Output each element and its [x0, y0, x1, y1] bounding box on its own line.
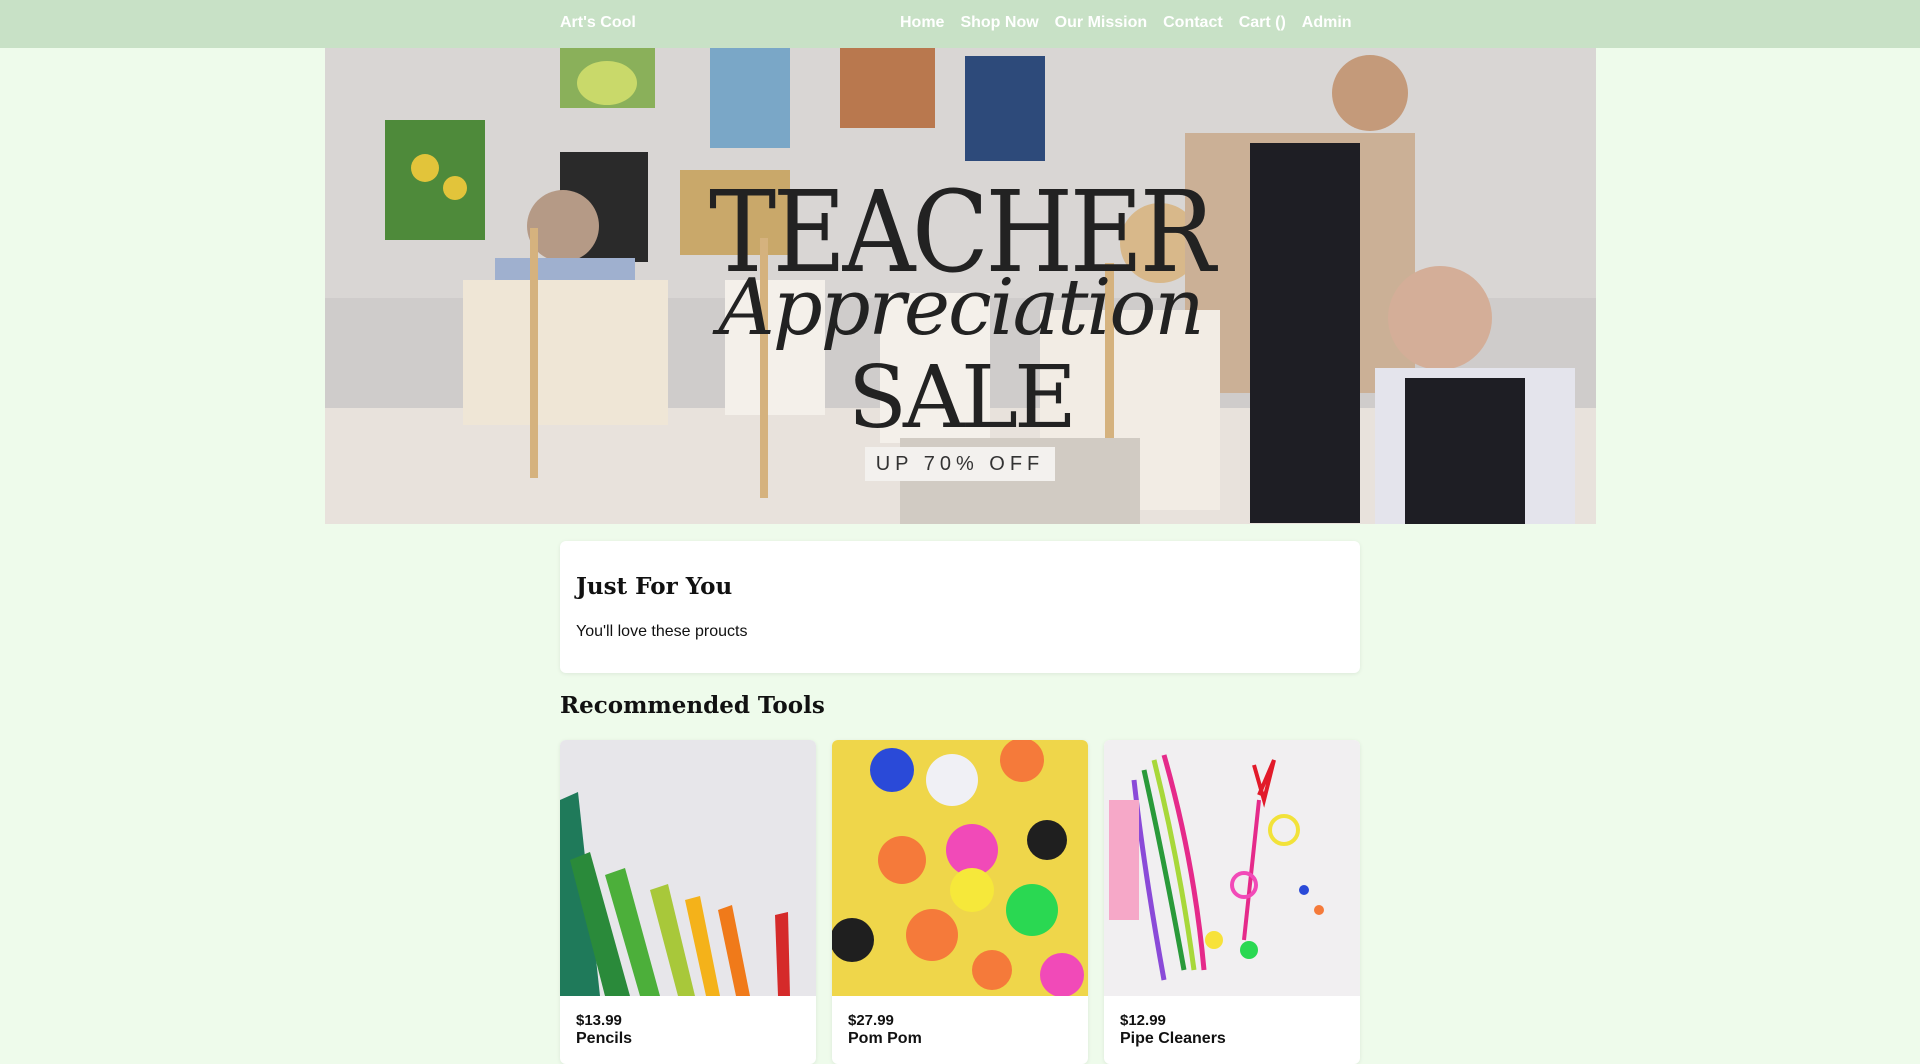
- product-image[interactable]: [1104, 740, 1360, 996]
- card-title: Just For You: [576, 573, 733, 600]
- nav-shop-now[interactable]: Shop Now: [960, 14, 1038, 32]
- recommended-title: Recommended Tools: [560, 692, 825, 719]
- product-card[interactable]: $12.99 Pipe Cleaners: [1104, 740, 1360, 1064]
- main-nav: Home Shop Now Our Mission Contact Cart (…: [900, 14, 1352, 32]
- product-image[interactable]: [560, 740, 816, 996]
- nav-home[interactable]: Home: [900, 14, 944, 32]
- product-card[interactable]: $27.99 Pom Pom: [832, 740, 1088, 1064]
- product-price: $12.99: [1120, 1012, 1166, 1029]
- product-card[interactable]: $13.99 Pencils: [560, 740, 816, 1064]
- brand-logo-link[interactable]: Art's Cool: [560, 14, 636, 32]
- product-price: $27.99: [848, 1012, 894, 1029]
- product-name[interactable]: Pencils: [576, 1030, 632, 1048]
- nav-contact[interactable]: Contact: [1163, 14, 1223, 32]
- product-price: $13.99: [576, 1012, 622, 1029]
- product-grid: $13.99 Pencils $27.99 Pom Pom $12.99 Pip…: [560, 740, 1360, 1064]
- nav-admin[interactable]: Admin: [1302, 14, 1352, 32]
- top-nav-bar: Art's Cool Home Shop Now Our Mission Con…: [0, 0, 1920, 48]
- just-for-you-card: Just For You You'll love these proucts: [560, 541, 1360, 673]
- product-name[interactable]: Pom Pom: [848, 1030, 922, 1048]
- hero-script-line: Appreciation: [718, 263, 1204, 353]
- discount-badge: UP 70% OFF: [865, 447, 1055, 481]
- nav-cart[interactable]: Cart (): [1239, 14, 1286, 32]
- hero-sale-line: SALE: [848, 348, 1077, 448]
- product-image[interactable]: [832, 740, 1088, 996]
- card-text: You'll love these proucts: [576, 623, 748, 640]
- product-name[interactable]: Pipe Cleaners: [1120, 1030, 1226, 1048]
- hero-banner: TEACHER Appreciation SALE UP 70% OFF: [325, 48, 1596, 524]
- nav-our-mission[interactable]: Our Mission: [1055, 14, 1147, 32]
